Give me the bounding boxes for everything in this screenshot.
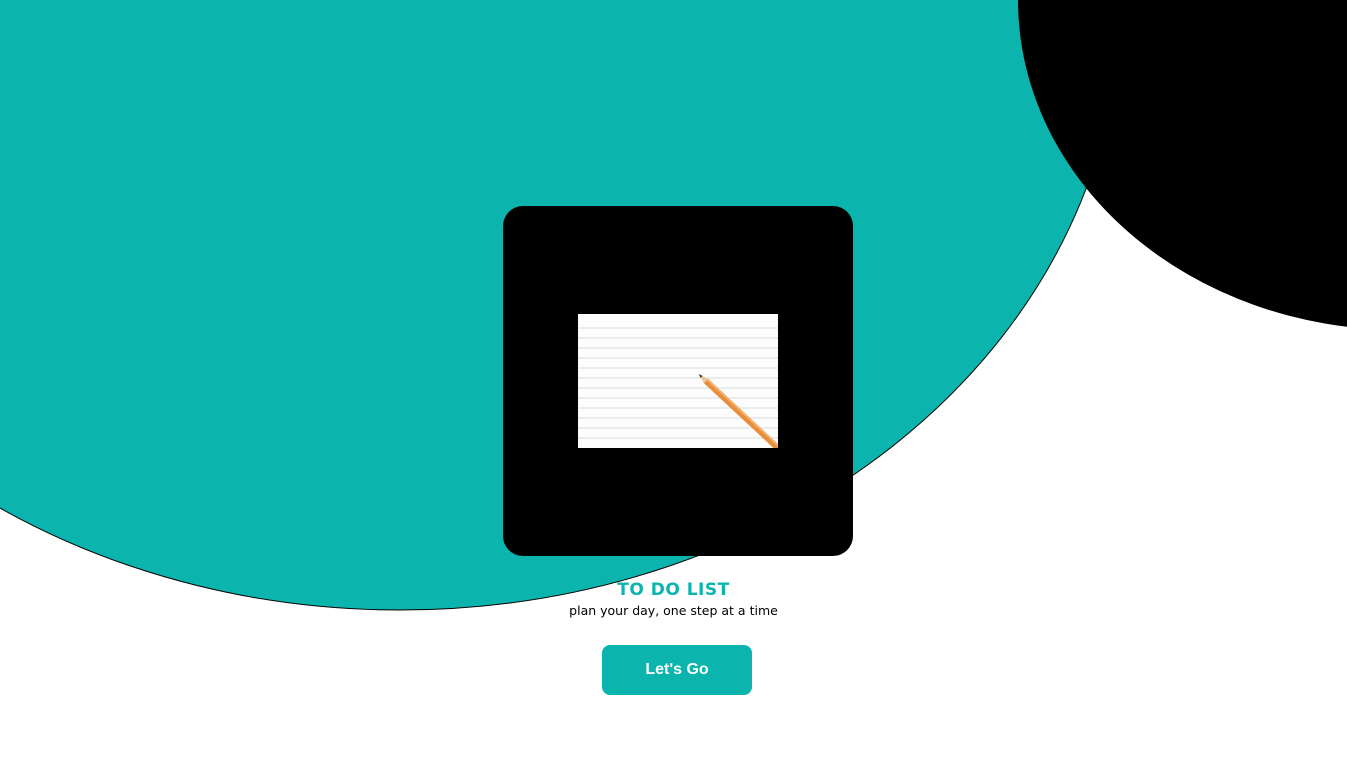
pencil-icon bbox=[578, 314, 778, 448]
notepad-image bbox=[578, 314, 778, 448]
lets-go-button[interactable]: Let's Go bbox=[602, 645, 752, 695]
hero-card bbox=[503, 206, 853, 556]
app-title: TO DO LIST bbox=[617, 580, 730, 600]
app-subtitle: plan your day, one step at a time bbox=[569, 603, 778, 618]
